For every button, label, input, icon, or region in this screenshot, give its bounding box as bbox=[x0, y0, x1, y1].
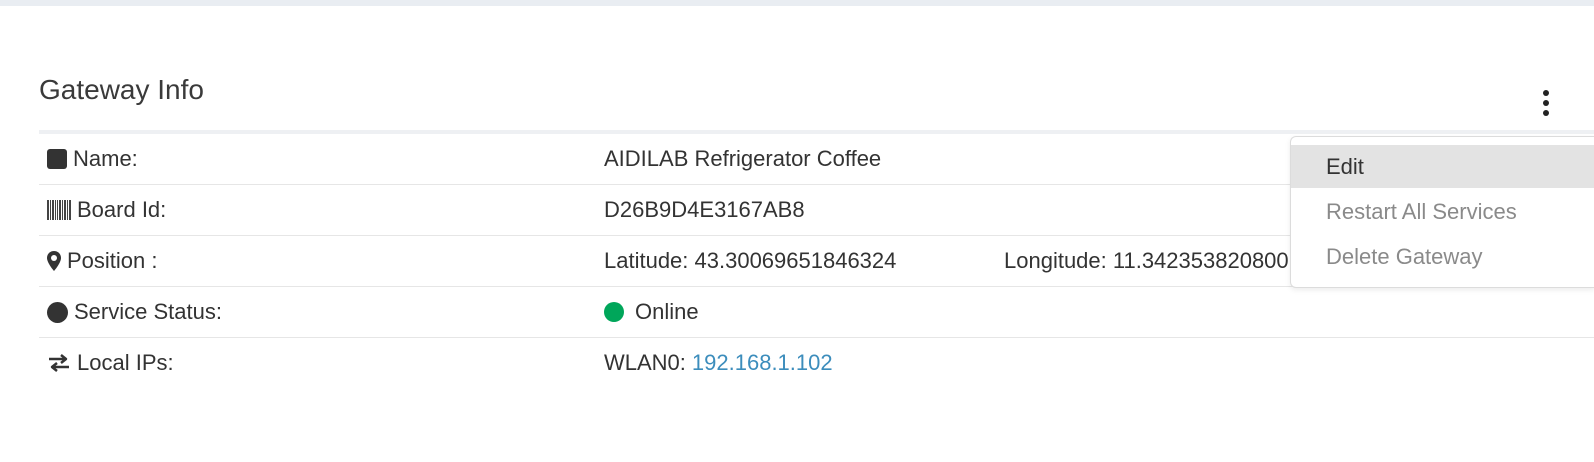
row-label: Position : bbox=[47, 236, 158, 286]
row-label: Name: bbox=[47, 134, 138, 184]
row-label: Service Status: bbox=[47, 287, 222, 337]
kebab-dot bbox=[1543, 110, 1549, 116]
row-label: Local IPs: bbox=[47, 338, 174, 388]
square-icon bbox=[47, 149, 67, 169]
latitude-value: Latitude: 43.30069651846324 bbox=[604, 248, 897, 273]
longitude-value: Longitude: 11.342353820800 bbox=[1004, 248, 1289, 273]
top-bar bbox=[0, 0, 1594, 6]
ip-address-link[interactable]: 192.168.1.102 bbox=[692, 350, 833, 376]
map-marker-icon bbox=[47, 251, 61, 271]
local-ips-label: Local IPs: bbox=[77, 350, 174, 375]
row-label: Board Id: bbox=[47, 185, 166, 235]
menu-item-delete-gateway[interactable]: Delete Gateway bbox=[1291, 235, 1594, 278]
status-text: Online bbox=[635, 299, 699, 324]
service-status-value: Online bbox=[604, 287, 699, 337]
kebab-dot bbox=[1543, 90, 1549, 96]
table-row-service-status: Service Status: Online bbox=[39, 287, 1594, 338]
barcode-icon bbox=[47, 200, 71, 220]
actions-dropdown-menu: Edit Restart All Services Delete Gateway bbox=[1290, 136, 1594, 288]
menu-item-restart-all-services[interactable]: Restart All Services bbox=[1291, 190, 1594, 233]
name-value: AIDILAB Refrigerator Coffee bbox=[604, 146, 882, 171]
service-status-label: Service Status: bbox=[74, 299, 222, 324]
kebab-menu-icon[interactable] bbox=[1538, 90, 1554, 116]
board-id-label: Board Id: bbox=[77, 197, 167, 222]
kebab-dot bbox=[1543, 100, 1549, 106]
panel-title: Gateway Info bbox=[39, 74, 204, 105]
local-ips-value: WLAN0: 192.168.1.102 bbox=[604, 338, 833, 388]
position-label: Position : bbox=[67, 248, 158, 273]
interface-name: WLAN0: bbox=[604, 350, 686, 375]
table-row-local-ips: Local IPs: WLAN0: 192.168.1.102 bbox=[39, 338, 1594, 388]
menu-item-edit[interactable]: Edit bbox=[1291, 145, 1594, 188]
status-online-dot bbox=[604, 302, 624, 322]
name-label: Name: bbox=[73, 146, 138, 171]
board-id-value: D26B9D4E3167AB8 bbox=[604, 197, 805, 222]
exchange-icon bbox=[47, 353, 71, 373]
circle-icon bbox=[47, 301, 68, 323]
